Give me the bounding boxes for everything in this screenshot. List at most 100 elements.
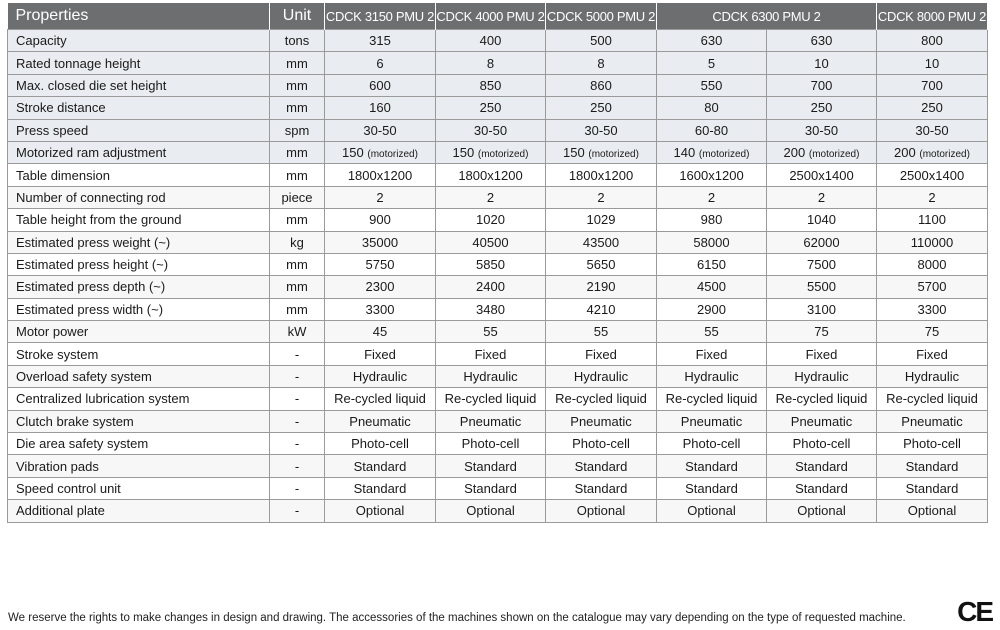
- value-text: 200: [894, 145, 916, 161]
- value-text: 150: [342, 145, 364, 161]
- value-cell: 1029: [545, 208, 657, 232]
- value-cell: Standard: [656, 454, 767, 478]
- value-cell: 75: [766, 320, 877, 344]
- value-text: 60-80: [694, 122, 729, 138]
- property-cell: Centralized lubrication system: [7, 387, 270, 411]
- unit-cell: spm: [269, 118, 325, 142]
- value-text: 2: [928, 189, 936, 205]
- value-cell: 55: [656, 320, 767, 344]
- value-cell: Pneumatic: [766, 409, 877, 434]
- value-text: 62000: [803, 234, 840, 250]
- value-text: 980: [700, 212, 723, 228]
- property-cell: Table height from the ground: [7, 208, 270, 232]
- value-text: 1100: [918, 212, 946, 228]
- value-cell: Standard: [545, 454, 657, 478]
- property-cell: Estimated press weight (~): [7, 230, 270, 254]
- unit-cell: -: [269, 476, 325, 501]
- value-text: Photo-cell: [682, 436, 741, 452]
- value-text: Photo-cell: [792, 436, 851, 452]
- value-cell: 30-50: [545, 118, 657, 142]
- property-cell: Speed control unit: [7, 476, 270, 501]
- value-cell: Standard: [545, 476, 657, 501]
- value-text: 1029: [586, 212, 616, 228]
- value-cell: 140 (motorized): [656, 140, 767, 165]
- value-cell: 10: [876, 51, 988, 75]
- value-cell: 1040: [766, 208, 877, 232]
- value-cell: 58000: [656, 230, 767, 254]
- value-cell: Pneumatic: [545, 409, 657, 434]
- table-row: Motor power kW 45 55 55 55 75 75: [7, 320, 988, 344]
- value-text: Photo-cell: [351, 436, 409, 452]
- value-cell: 8: [435, 51, 546, 75]
- value-cell: 8000: [876, 252, 988, 277]
- header-properties: Properties: [7, 3, 270, 30]
- value-cell: Hydraulic: [545, 364, 657, 389]
- value-cell: 500: [545, 28, 657, 53]
- value-cell: Pneumatic: [876, 409, 988, 434]
- value-cell: 5700: [876, 275, 988, 299]
- value-cell: 10: [766, 51, 877, 75]
- value-text: Fixed: [585, 346, 617, 362]
- value-text: Re-cycled liquid: [444, 391, 537, 407]
- value-text: Hydraulic: [684, 369, 739, 385]
- property-cell: Max. closed die set height: [7, 73, 270, 98]
- value-text: 30-50: [584, 122, 618, 138]
- value-note: (motorized): [808, 149, 860, 161]
- value-cell: 35000: [324, 230, 436, 254]
- unit-cell: mm: [269, 96, 325, 120]
- value-text: Fixed: [364, 346, 396, 362]
- unit-cell: mm: [269, 140, 325, 165]
- value-text: Pneumatic: [349, 413, 411, 429]
- value-cell: 2190: [545, 275, 657, 299]
- value-text: Pneumatic: [570, 413, 632, 429]
- unit-cell: -: [269, 454, 325, 478]
- value-cell: Standard: [766, 454, 877, 478]
- value-text: 1800x1200: [458, 167, 523, 183]
- value-text: 4210: [586, 301, 616, 317]
- unit-cell: mm: [269, 297, 325, 322]
- value-text: 250: [479, 100, 502, 116]
- value-text: Re-cycled liquid: [775, 391, 868, 407]
- value-cell: 700: [876, 73, 988, 98]
- property-cell: Overload safety system: [7, 364, 270, 389]
- value-cell: 55: [545, 320, 657, 344]
- value-cell: 4500: [656, 275, 767, 299]
- value-cell: 1020: [435, 208, 546, 232]
- value-cell: Fixed: [545, 342, 657, 366]
- value-cell: 1800x1200: [545, 163, 657, 187]
- unit-cell: -: [269, 342, 325, 366]
- value-cell: 62000: [766, 230, 877, 254]
- header-model: CDCK 3150 PMU 2: [324, 3, 436, 30]
- value-cell: Standard: [876, 454, 988, 478]
- value-text: 630: [810, 33, 833, 49]
- value-cell: Optional: [876, 499, 988, 523]
- value-text: Standard: [685, 481, 738, 496]
- value-cell: 1800x1200: [435, 163, 546, 187]
- value-cell: 75: [876, 320, 988, 344]
- value-text: Re-cycled liquid: [555, 391, 647, 407]
- value-text: 2500x1400: [789, 167, 854, 183]
- value-cell: Photo-cell: [435, 432, 546, 456]
- value-cell: 1800x1200: [324, 163, 436, 187]
- value-text: 160: [369, 100, 391, 116]
- value-cell: 5650: [545, 252, 657, 277]
- disclaimer-text: We reserve the rights to make changes in…: [8, 612, 906, 624]
- value-text: 75: [924, 324, 940, 340]
- value-text: 3300: [365, 301, 395, 317]
- value-text: 5650: [586, 257, 616, 273]
- value-text: Hydraulic: [794, 369, 849, 385]
- value-cell: 3300: [876, 297, 988, 322]
- value-text: 700: [810, 77, 833, 93]
- value-text: 55: [704, 324, 719, 340]
- unit-cell: mm: [269, 208, 325, 232]
- value-text: Standard: [464, 458, 517, 474]
- value-cell: Hydraulic: [656, 364, 767, 389]
- table-row: Table height from the ground mm 900 1020 102…: [7, 208, 988, 232]
- table-row: Vibration pads - Standard Standard Standard S…: [7, 454, 988, 478]
- value-text: Optional: [576, 503, 626, 519]
- value-text: 3300: [917, 301, 947, 317]
- value-cell: Fixed: [656, 342, 767, 366]
- value-note: (motorized): [698, 149, 750, 161]
- value-text: 900: [369, 212, 391, 228]
- value-cell: 2500x1400: [766, 163, 877, 187]
